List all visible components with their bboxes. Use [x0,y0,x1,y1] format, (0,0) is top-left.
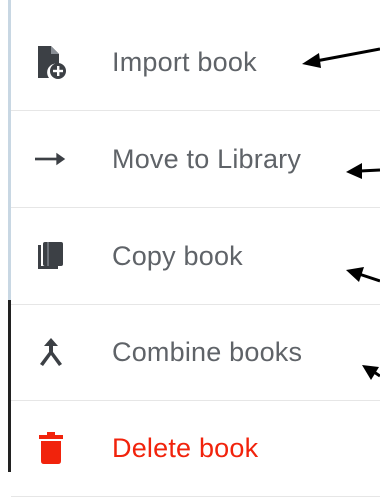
trash-icon [35,432,67,464]
menu-item-label: Copy book [112,240,243,271]
menu-item-import-book[interactable]: Import book [11,14,380,111]
menu-item-combine-books[interactable]: Combine books [11,304,380,401]
menu-item-label: Delete book [112,432,259,463]
menu-item-label: Combine books [112,336,303,367]
copy-book-icon [35,240,67,272]
import-book-icon [35,46,67,79]
menu-item-copy-book[interactable]: Copy book [11,208,380,305]
menu-item-delete-book[interactable]: Delete book [11,400,380,497]
arrow-right-icon [35,143,67,175]
menu-item-move-to-library[interactable]: Move to Library [11,111,380,208]
menu-item-label: Import book [112,46,257,77]
merge-icon [35,336,67,368]
book-actions-menu: Import book Move to Library Copy book Co… [0,0,380,497]
menu-item-label: Move to Library [112,143,302,174]
